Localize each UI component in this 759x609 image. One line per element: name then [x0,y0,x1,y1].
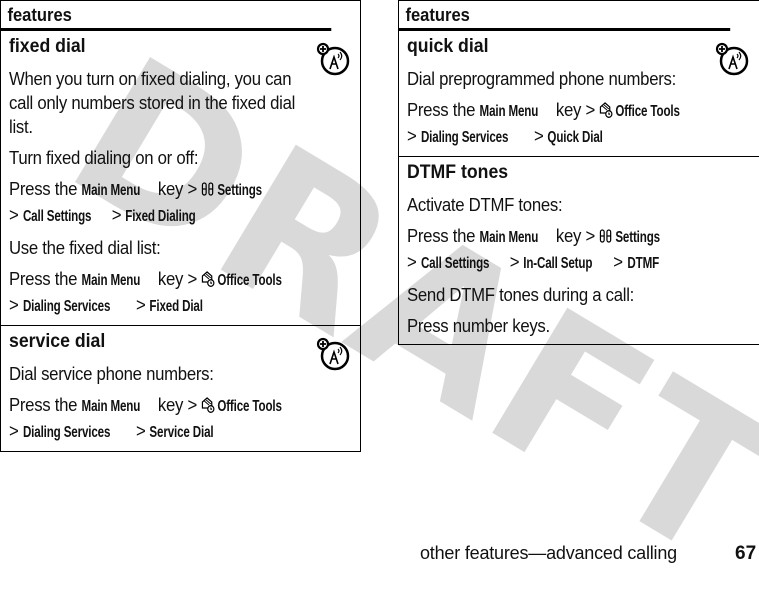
feature-description: When you turn on fixed dialing, you can … [9,69,296,137]
instruction-text: Turn fixed dialing on or off: [9,148,199,168]
path-separator: > [407,126,417,146]
menu-item: Dialing Services [420,129,509,146]
nav-prefix: Press the [9,395,82,415]
nav-mid: key > [153,269,202,289]
menu-item: In-Call Setup [523,255,593,272]
path-separator: > [509,252,520,272]
table-header: features [1,1,332,31]
path-separator: > [135,295,146,315]
feature-row-service-dial: service dial Dial service phone numbers:… [1,325,360,451]
menu-item-settings: Settings [615,229,660,246]
main-menu-key: Main Menu [479,229,539,246]
office-tools-icon [201,397,215,413]
menu-item: Fixed Dialing [125,208,196,225]
instruction-text: Use the fixed dial list: [9,238,161,258]
menu-item: Quick Dial [547,129,604,146]
menu-item: Fixed Dial [149,298,204,315]
path-separator: > [407,252,417,272]
menu-item: Call Settings [22,208,92,225]
menu-path: Press the Main Menu key > Office Tools >… [9,393,347,445]
menu-item: Call Settings [420,255,490,272]
menu-path: Press the Main Menu key > Office Tools >… [9,267,347,319]
menu-path: Press the Main Menu key > Settings > Cal… [9,177,347,229]
features-table-left: features fixed dial When you turn on fix… [0,0,361,452]
table-header: features [399,1,731,31]
feature-title: fixed dial [9,36,86,57]
path-separator: > [9,421,19,441]
feature-title: DTMF tones [407,162,509,183]
menu-item-office-tools: Office Tools [217,398,282,415]
menu-path: Press the Main Menu key > Settings > Cal… [407,224,746,276]
main-menu-key: Main Menu [479,103,539,120]
nav-prefix: Press the [407,100,480,120]
nav-mid: key > [551,100,600,120]
settings-icon [599,229,612,243]
nav-mid: key > [153,179,202,199]
nav-mid: key > [551,226,600,246]
office-tools-icon [599,102,613,118]
feature-title: service dial [9,331,106,352]
path-separator: > [9,205,19,225]
instruction-text: Press number keys. [407,316,550,336]
path-separator: > [135,421,146,441]
page-number: 67 [735,543,757,564]
nav-prefix: Press the [9,179,82,199]
main-menu-key: Main Menu [81,398,141,415]
menu-item: Dialing Services [22,298,111,315]
menu-item: Dialing Services [22,424,111,441]
feature-row-quick-dial: quick dial Dial preprogrammed phone numb… [399,31,759,156]
menu-path: Press the Main Menu key > Office Tools >… [407,98,746,150]
path-separator: > [111,205,122,225]
nav-prefix: Press the [407,226,480,246]
menu-item: Service Dial [149,424,214,441]
features-table-right: features quick dial Dial preprogrammed p… [398,0,759,345]
footer-section-title: other features—advanced calling [420,543,677,563]
menu-item: DTMF [627,255,659,272]
menu-item-office-tools: Office Tools [615,103,680,120]
main-menu-key: Main Menu [81,272,141,289]
feature-description: Dial preprogrammed phone numbers: [407,69,677,89]
feature-title: quick dial [407,36,489,57]
path-separator: > [613,252,623,272]
feature-row-fixed-dial: fixed dial When you turn on fixed dialin… [1,31,360,325]
menu-item-settings: Settings [217,182,262,199]
nav-mid: key > [153,395,202,415]
main-menu-key: Main Menu [81,182,141,199]
settings-icon [201,182,214,196]
menu-item-office-tools: Office Tools [217,272,282,289]
path-separator: > [9,295,19,315]
nav-prefix: Press the [9,269,82,289]
feature-description: Activate DTMF tones: [407,195,563,215]
path-separator: > [533,126,544,146]
office-tools-icon [201,271,215,287]
feature-description: Dial service phone numbers: [9,364,214,384]
feature-row-dtmf-tones: DTMF tones Activate DTMF tones: Press th… [399,156,759,344]
instruction-text: Send DTMF tones during a call: [407,285,635,305]
